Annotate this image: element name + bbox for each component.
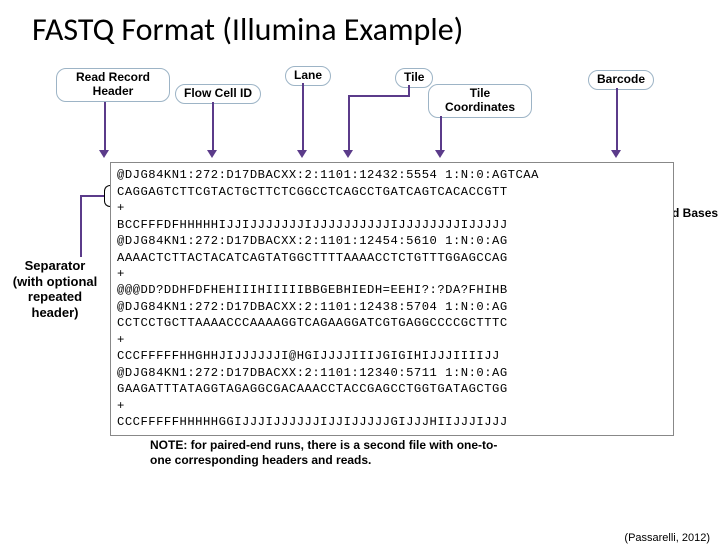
arrow-head-barcode — [611, 150, 621, 158]
fastq-block: @DJG84KN1:272:D17DBACXX:2:1101:12432:555… — [110, 162, 674, 436]
arrow-barcode — [616, 88, 618, 152]
arrow-lane — [302, 83, 304, 152]
arrow-tile-a — [408, 85, 410, 95]
arrow-head-tile — [343, 150, 353, 158]
footnote: NOTE: for paired-end runs, there is a se… — [150, 438, 510, 468]
arrow-tile-b — [348, 95, 410, 97]
citation: (Passarelli, 2012) — [624, 532, 710, 544]
label-flow-cell: Flow Cell ID — [175, 84, 261, 104]
arrow-separator-v — [80, 195, 82, 257]
arrow-head-lane — [297, 150, 307, 158]
label-tile-coords: Tile Coordinates — [428, 84, 532, 118]
arrow-tile-coords — [440, 116, 442, 152]
label-separator: Separator (with optional repeated header… — [8, 258, 102, 320]
label-lane: Lane — [285, 66, 331, 86]
page-title: FASTQ Format (Illumina Example) — [32, 10, 720, 49]
arrow-head-flow-cell — [207, 150, 217, 158]
label-read-header: Read Record Header — [56, 68, 170, 102]
arrow-head-read-header — [99, 150, 109, 158]
arrow-separator-h — [80, 195, 104, 197]
arrow-flow-cell — [212, 102, 214, 152]
label-barcode: Barcode — [588, 70, 654, 90]
arrow-head-tile-coords — [435, 150, 445, 158]
arrow-tile-c — [348, 95, 350, 152]
label-tile: Tile — [395, 68, 433, 88]
arrow-read-header — [104, 102, 106, 152]
